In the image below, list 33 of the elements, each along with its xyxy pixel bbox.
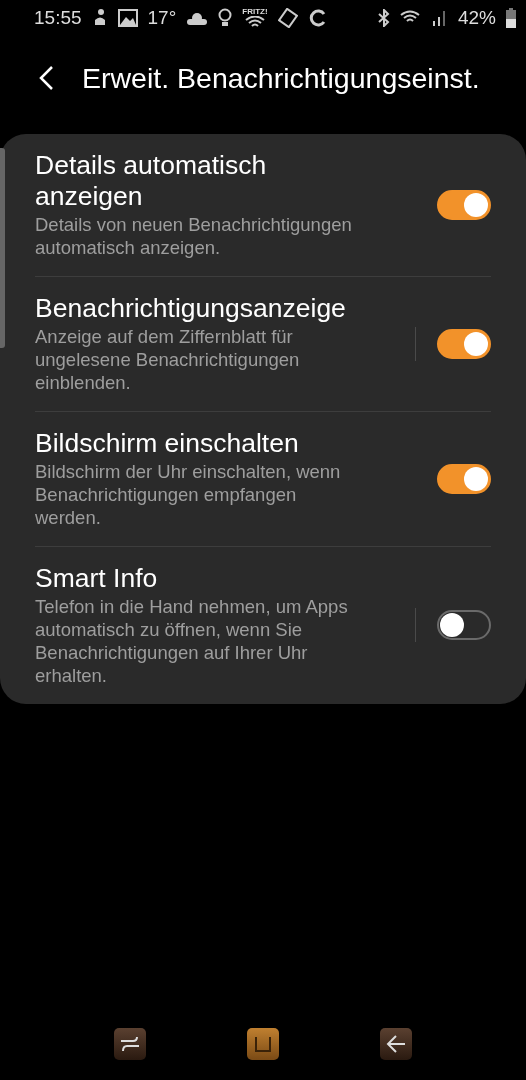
- setting-description: Details von neuen Benachrichtigungen automatisch anzeigen.: [35, 213, 353, 259]
- back-button[interactable]: [379, 1028, 412, 1060]
- toggle-switch[interactable]: [437, 189, 491, 220]
- battery-percent: 42%: [457, 7, 496, 29]
- setting-title: Smart Info: [35, 563, 159, 594]
- setting-title: Benachrichtigungsanzeige: [35, 293, 347, 324]
- clock: 15:55: [34, 7, 82, 29]
- toggle-switch[interactable]: [437, 328, 491, 359]
- back-arrow-icon: [384, 1034, 407, 1054]
- wifi-icon: [244, 15, 265, 29]
- image-icon: [117, 9, 138, 27]
- screen-title: Erweit. Benachrichtigungseinst.: [82, 61, 480, 95]
- signal-icon: [431, 9, 448, 27]
- recent-apps-icon: [119, 1034, 142, 1054]
- home-button[interactable]: [247, 1028, 279, 1060]
- phone-icon: [277, 8, 298, 28]
- setting-title: Details automatisch anzeigen: [35, 150, 268, 212]
- weather-icon: [186, 10, 209, 26]
- setting-description: Telefon in die Hand nehmen, um Apps automatisch zu öffnen, wenn Sie Benachrichtigungen auf Ihrer Uhr erhalten.: [35, 595, 349, 687]
- bulb-icon: [218, 8, 233, 28]
- toggle-switch[interactable]: [437, 610, 491, 640]
- chevron-left-icon: [38, 65, 56, 91]
- sync-icon: [307, 8, 328, 28]
- battery-icon: [506, 8, 516, 28]
- setting-description: Anzeige auf dem Ziffernblatt für ungelesene Benachrichtigungen einblenden.: [35, 325, 301, 394]
- setting-description: Bildschirm der Uhr einschalten, wenn Benachrichtigungen empfangen werden.: [35, 460, 342, 529]
- setting-title: Bildschirm einschalten: [35, 428, 300, 459]
- recent-apps-button[interactable]: [114, 1028, 147, 1060]
- toggle-switch[interactable]: [437, 463, 491, 494]
- wifi-label: FRITZ!: [242, 7, 268, 16]
- temperature: 17°: [147, 7, 177, 29]
- home-icon: [253, 1034, 273, 1054]
- bluetooth-icon: [377, 9, 390, 27]
